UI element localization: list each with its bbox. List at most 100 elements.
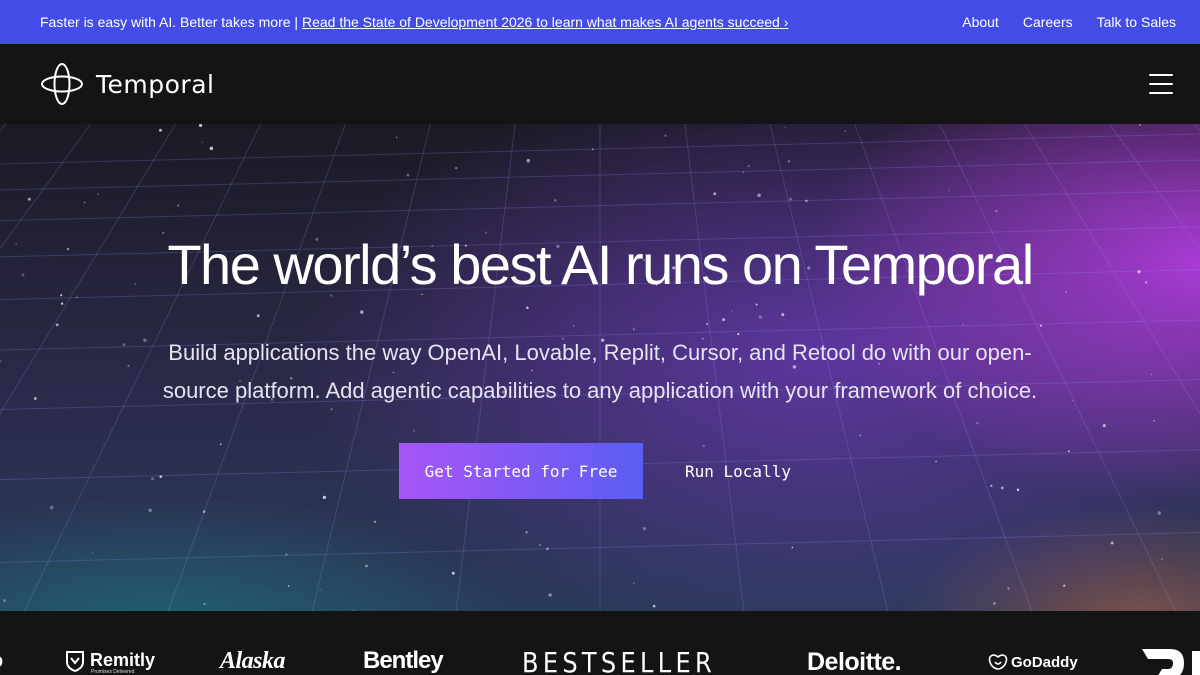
star-dot <box>755 303 758 306</box>
announcement-message: Faster is easy with AI. Better takes mor… <box>40 14 788 30</box>
customer-logo-strip: ɔ Remitly Promises Delivered Alaska Bent… <box>0 611 1200 675</box>
star-dot <box>55 323 59 327</box>
star-dot <box>451 571 455 575</box>
talk-to-sales-link[interactable]: Talk to Sales <box>1097 14 1176 30</box>
star-dot <box>365 564 368 568</box>
hero-section: The world’s best AI runs on Temporal Bui… <box>0 124 1200 611</box>
star-dot <box>844 130 847 132</box>
main-navigation: Temporal <box>0 44 1200 124</box>
star-dot <box>91 552 94 554</box>
star-dot <box>784 127 786 129</box>
hero-subtitle-line-1: Build applications the way OpenAI, Lovab… <box>168 340 1032 365</box>
top-links: About Careers Talk to Sales <box>962 14 1176 30</box>
star-dot <box>546 547 549 551</box>
star-dot <box>990 484 993 488</box>
star-dot <box>747 165 750 168</box>
godaddy-wordmark: GoDaddy <box>1011 654 1078 671</box>
star-dot <box>713 192 717 196</box>
announcement-link[interactable]: Read the State of Development 2026 to le… <box>302 14 788 30</box>
star-dot <box>995 209 998 212</box>
get-started-button[interactable]: Get Started for Free <box>399 443 643 499</box>
star-dot <box>256 314 260 318</box>
star-dot <box>83 201 86 204</box>
star-dot <box>791 546 794 549</box>
star-dot <box>572 325 575 327</box>
remitly-shield-icon <box>66 651 84 672</box>
temporal-logo-icon <box>41 63 83 105</box>
star-dot <box>554 199 557 202</box>
star-dot <box>1016 488 1020 492</box>
star-dot <box>526 158 531 163</box>
star-dot <box>664 134 667 137</box>
about-link[interactable]: About <box>962 14 999 30</box>
star-dot <box>722 318 726 322</box>
star-dot <box>97 193 99 195</box>
star-dot <box>742 171 745 174</box>
menu-bar-middle <box>1149 83 1173 85</box>
star-dot <box>148 508 152 512</box>
careers-link[interactable]: Careers <box>1023 14 1073 30</box>
brand-name: Temporal <box>96 69 215 99</box>
star-dot <box>525 531 528 534</box>
star-dot <box>1007 587 1010 590</box>
brand-home-link[interactable]: Temporal <box>40 62 214 106</box>
star-dot <box>201 141 204 143</box>
remitly-wordmark: Remitly <box>90 650 156 670</box>
star-dot <box>758 315 762 319</box>
star-dot <box>781 313 785 317</box>
partial-logo-right <box>1142 649 1200 675</box>
remitly-tagline: Promises Delivered <box>91 669 135 675</box>
hero-subtitle: Build applications the way OpenAI, Lovab… <box>120 334 1080 410</box>
star-dot <box>219 443 222 446</box>
star-dot <box>406 173 410 177</box>
star-dot <box>413 430 415 432</box>
star-dot <box>3 599 6 602</box>
star-dot <box>33 397 37 400</box>
star-dot <box>1000 486 1004 490</box>
deloitte-logo: Deloitte. <box>807 648 902 675</box>
star-dot <box>60 302 64 305</box>
announcement-bar: Faster is easy with AI. Better takes mor… <box>0 0 1200 44</box>
star-dot <box>50 505 54 510</box>
star-dot <box>1110 541 1114 545</box>
star-dot <box>177 204 180 207</box>
star-dot <box>591 148 594 151</box>
hero-cta-row: Get Started for Free Run Locally <box>399 443 791 499</box>
star-dot <box>633 328 635 331</box>
menu-bar-top <box>1149 74 1173 76</box>
star-dot <box>198 124 203 128</box>
star-dot <box>935 460 937 463</box>
bentley-logo: Bentley <box>363 647 444 674</box>
star-dot <box>947 189 950 192</box>
star-dot <box>360 310 364 314</box>
star-dot <box>285 553 288 556</box>
star-dot <box>159 128 162 132</box>
alaska-logo: Alaska <box>220 648 286 674</box>
star-dot <box>202 510 206 513</box>
run-locally-button[interactable]: Run Locally <box>685 443 791 499</box>
star-dot <box>976 421 979 425</box>
star-dot <box>1153 419 1155 422</box>
star-dot <box>706 323 709 326</box>
star-dot <box>548 593 552 597</box>
star-dot <box>757 193 761 197</box>
star-dot <box>319 589 321 591</box>
star-dot <box>287 585 290 587</box>
star-dot <box>538 543 542 546</box>
star-dot <box>1102 424 1106 428</box>
partial-logo-left: ɔ <box>0 651 3 671</box>
star-dot <box>632 582 635 585</box>
star-dot <box>1039 324 1042 327</box>
announcement-prefix: Faster is easy with AI. Better takes mor… <box>40 14 299 30</box>
star-dot <box>789 197 793 201</box>
hamburger-menu-icon[interactable] <box>1149 74 1173 94</box>
star-dot <box>1160 558 1163 560</box>
hero-title: The world’s best AI runs on Temporal <box>167 233 1034 296</box>
star-dot <box>731 310 733 312</box>
star-dot <box>209 146 214 151</box>
star-dot <box>322 495 327 500</box>
star-dot <box>652 604 656 608</box>
star-dot <box>526 306 529 309</box>
menu-bar-bottom <box>1149 92 1173 94</box>
star-dot <box>151 477 155 481</box>
